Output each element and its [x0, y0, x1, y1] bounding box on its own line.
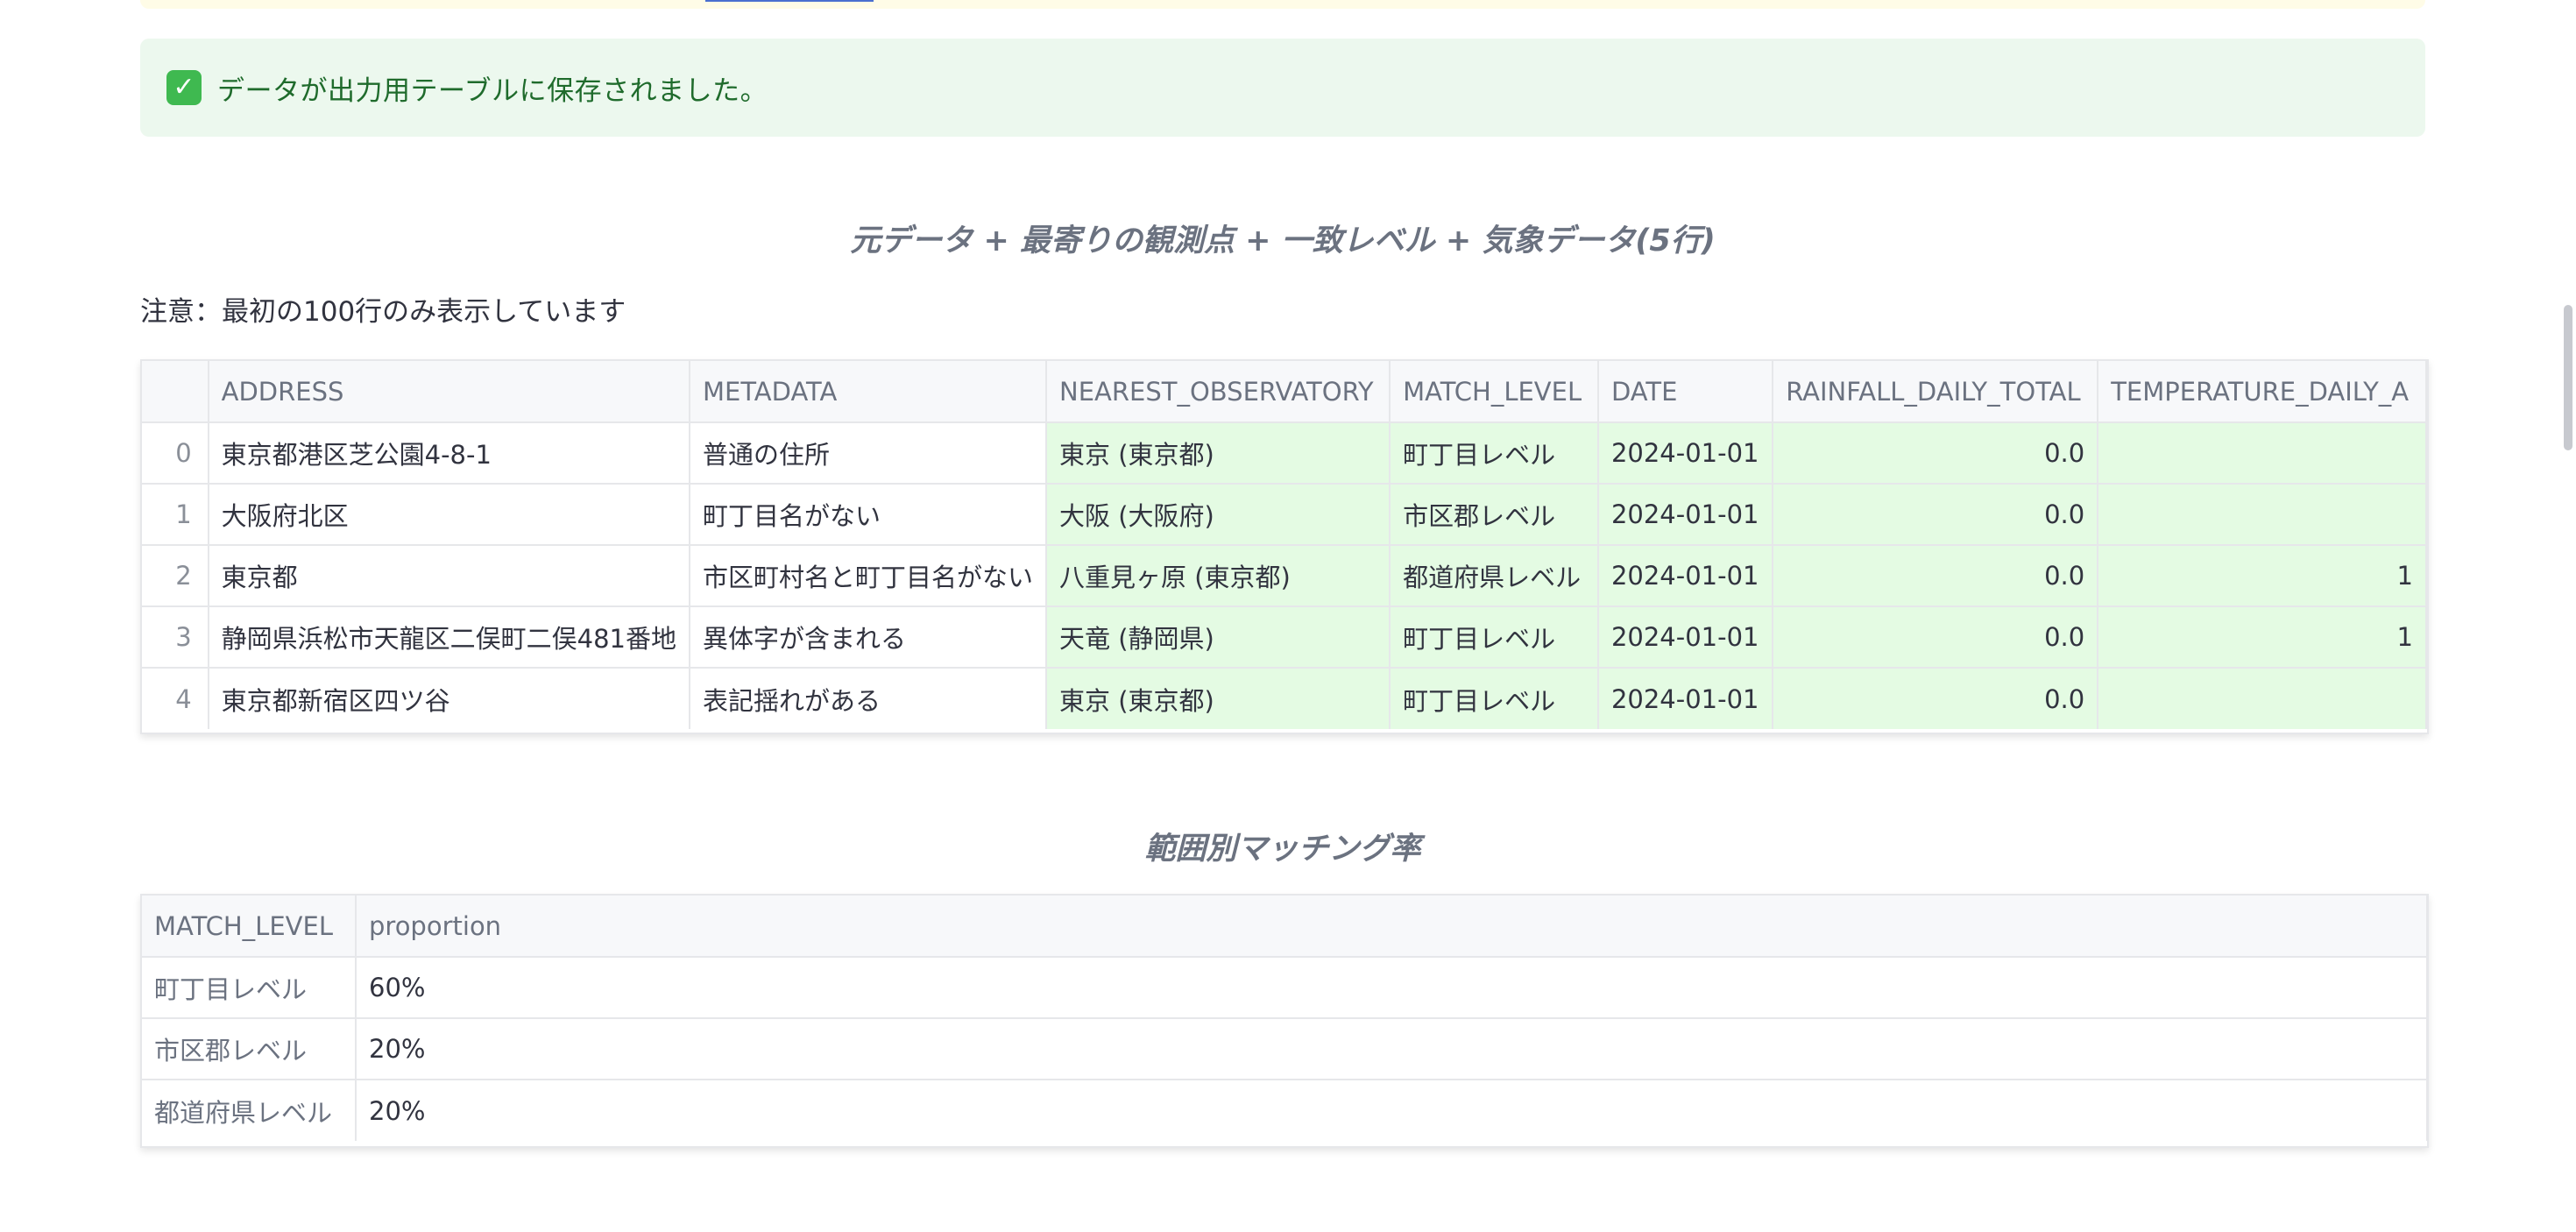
match-level-label: 市区郡レベル [142, 1018, 357, 1080]
match-level-cell[interactable]: 町丁目レベル [1390, 422, 1599, 485]
row-index: 4 [142, 668, 209, 729]
rainfall-cell[interactable]: 0.0 [1773, 545, 2099, 607]
address-cell[interactable]: 大阪府北区 [208, 484, 691, 546]
match-level-cell[interactable]: 都道府県レベル [1390, 545, 1599, 607]
metadata-cell[interactable]: 表記揺れがある [690, 668, 1048, 729]
observatory-cell[interactable]: 東京 (東京都) [1046, 422, 1391, 485]
table-row: 2 東京都 市区町村名と町丁目名がない 八重見ヶ原 (東京都) 都道府県レベル … [142, 545, 2427, 607]
table-row: 市区郡レベル 20% [142, 1018, 2427, 1080]
main-table-title: 元データ + 最寄りの観測点 + 一致レベル + 気象データ(5行) [850, 223, 1716, 258]
date-cell[interactable]: 2024-01-01 [1597, 422, 1774, 485]
metadata-cell[interactable]: 町丁目名がない [690, 484, 1048, 546]
column-header-rainfall[interactable]: RAINFALL_DAILY_TOTAL [1773, 361, 2099, 423]
column-header-proportion[interactable]: proportion [356, 896, 2427, 958]
table-row: 町丁目レベル 60% [142, 957, 2427, 1019]
match-level-label: 町丁目レベル [142, 957, 357, 1019]
row-index: 0 [142, 422, 209, 485]
column-header-nearest-observatory[interactable]: NEAREST_OBSERVATORY [1046, 361, 1391, 423]
temperature-cell[interactable]: 1 [2098, 606, 2427, 669]
address-cell[interactable]: 東京都港区芝公園4-8-1 [208, 422, 691, 485]
temperature-cell[interactable] [2098, 422, 2427, 485]
metadata-cell[interactable]: 普通の住所 [690, 422, 1048, 485]
date-cell[interactable]: 2024-01-01 [1597, 606, 1774, 669]
row-index: 2 [142, 545, 209, 607]
row-limit-note: 注意：最初の100行のみ表示しています [140, 296, 626, 328]
success-alert: ✓ データが出力用テーブルに保存されました。 [140, 39, 2425, 137]
row-index: 1 [142, 484, 209, 546]
rate-dataframe[interactable]: MATCH_LEVEL proportion 町丁目レベル 60% 市区郡レベル… [140, 894, 2429, 1148]
address-cell[interactable]: 東京都新宿区四ツ谷 [208, 668, 691, 729]
rainfall-cell[interactable]: 0.0 [1773, 606, 2099, 669]
table-row: 0 東京都港区芝公園4-8-1 普通の住所 東京 (東京都) 町丁目レベル 20… [142, 422, 2427, 485]
observatory-cell[interactable]: 天竜 (静岡県) [1046, 606, 1391, 669]
vertical-scrollbar[interactable] [2564, 305, 2572, 450]
match-level-cell[interactable]: 町丁目レベル [1390, 606, 1599, 669]
rainfall-cell[interactable]: 0.0 [1773, 484, 2099, 546]
warning-banner [140, 0, 2425, 9]
column-header-metadata[interactable]: METADATA [690, 361, 1048, 423]
proportion-cell[interactable]: 20% [356, 1018, 2427, 1080]
proportion-cell[interactable]: 60% [356, 957, 2427, 1019]
date-cell[interactable]: 2024-01-01 [1597, 668, 1774, 729]
rate-table-title: 範囲別マッチング率 [1144, 832, 1421, 867]
rainfall-cell[interactable]: 0.0 [1773, 422, 2099, 485]
match-level-label: 都道府県レベル [142, 1080, 357, 1141]
temperature-cell[interactable] [2098, 668, 2427, 729]
table-row: 3 静岡県浜松市天龍区二俣町二俣481番地 異体字が含まれる 天竜 (静岡県) … [142, 606, 2427, 669]
table-row: 1 大阪府北区 町丁目名がない 大阪 (大阪府) 市区郡レベル 2024-01-… [142, 484, 2427, 546]
column-header-temperature[interactable]: TEMPERATURE_DAILY_A [2098, 361, 2427, 423]
column-header-index[interactable] [142, 361, 209, 423]
match-level-cell[interactable]: 市区郡レベル [1390, 484, 1599, 546]
rate-table: MATCH_LEVEL proportion 町丁目レベル 60% 市区郡レベル… [142, 896, 2427, 1141]
row-index: 3 [142, 606, 209, 669]
main-table: ADDRESS METADATA NEAREST_OBSERVATORY MAT… [142, 361, 2427, 729]
metadata-cell[interactable]: 市区町村名と町丁目名がない [690, 545, 1048, 607]
observatory-cell[interactable]: 東京 (東京都) [1046, 668, 1391, 729]
address-cell[interactable]: 静岡県浜松市天龍区二俣町二俣481番地 [208, 606, 691, 669]
date-cell[interactable]: 2024-01-01 [1597, 484, 1774, 546]
column-header-date[interactable]: DATE [1597, 361, 1774, 423]
column-header-address[interactable]: ADDRESS [208, 361, 691, 423]
check-icon: ✓ [166, 70, 202, 105]
temperature-cell[interactable] [2098, 484, 2427, 546]
observatory-cell[interactable]: 大阪 (大阪府) [1046, 484, 1391, 546]
rate-table-header: MATCH_LEVEL proportion [142, 896, 2427, 958]
rainfall-cell[interactable]: 0.0 [1773, 668, 2099, 729]
match-level-cell[interactable]: 町丁目レベル [1390, 668, 1599, 729]
column-header-match-level[interactable]: MATCH_LEVEL [1390, 361, 1599, 423]
temperature-cell[interactable]: 1 [2098, 545, 2427, 607]
table-row: 都道府県レベル 20% [142, 1080, 2427, 1141]
main-table-header: ADDRESS METADATA NEAREST_OBSERVATORY MAT… [142, 361, 2427, 423]
success-message: データが出力用テーブルに保存されました。 [217, 74, 768, 107]
address-cell[interactable]: 東京都 [208, 545, 691, 607]
column-header-match-level[interactable]: MATCH_LEVEL [142, 896, 357, 958]
main-dataframe[interactable]: ADDRESS METADATA NEAREST_OBSERVATORY MAT… [140, 359, 2429, 734]
date-cell[interactable]: 2024-01-01 [1597, 545, 1774, 607]
table-row: 4 東京都新宿区四ツ谷 表記揺れがある 東京 (東京都) 町丁目レベル 2024… [142, 668, 2427, 729]
proportion-cell[interactable]: 20% [356, 1080, 2427, 1141]
page: ✓ データが出力用テーブルに保存されました。 元データ + 最寄りの観測点 + … [0, 0, 2576, 1232]
observatory-cell[interactable]: 八重見ヶ原 (東京都) [1046, 545, 1391, 607]
metadata-cell[interactable]: 異体字が含まれる [690, 606, 1048, 669]
warning-link-underline[interactable] [705, 0, 874, 2]
